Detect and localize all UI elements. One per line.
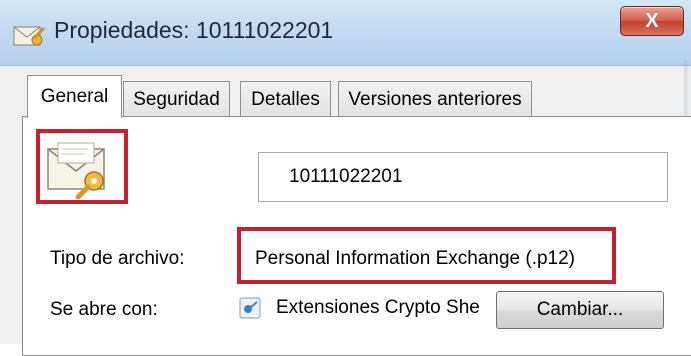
opens-with-label: Se abre con: bbox=[50, 299, 158, 320]
tab-general[interactable]: General bbox=[27, 75, 122, 118]
file-type-label: Tipo de archivo: bbox=[50, 248, 185, 269]
close-button[interactable]: X bbox=[620, 6, 684, 36]
change-button[interactable]: Cambiar... bbox=[496, 291, 664, 329]
envelope-key-icon bbox=[13, 26, 46, 46]
title-bar: Propiedades: 10111022201 X bbox=[0, 0, 691, 66]
tab-seguridad[interactable]: Seguridad bbox=[123, 81, 230, 117]
file-type-highlight bbox=[237, 227, 616, 284]
file-name-field[interactable]: 10111022201 bbox=[258, 152, 668, 202]
opens-with-value: Extensiones Crypto She bbox=[276, 297, 480, 318]
crypto-shell-icon bbox=[239, 297, 261, 319]
close-icon: X bbox=[645, 10, 659, 32]
tab-versiones-anteriores[interactable]: Versiones anteriores bbox=[338, 81, 532, 117]
tab-detalles[interactable]: Detalles bbox=[240, 81, 331, 117]
file-icon-highlight bbox=[36, 129, 128, 204]
window-title: Propiedades: 10111022201 bbox=[54, 17, 334, 43]
